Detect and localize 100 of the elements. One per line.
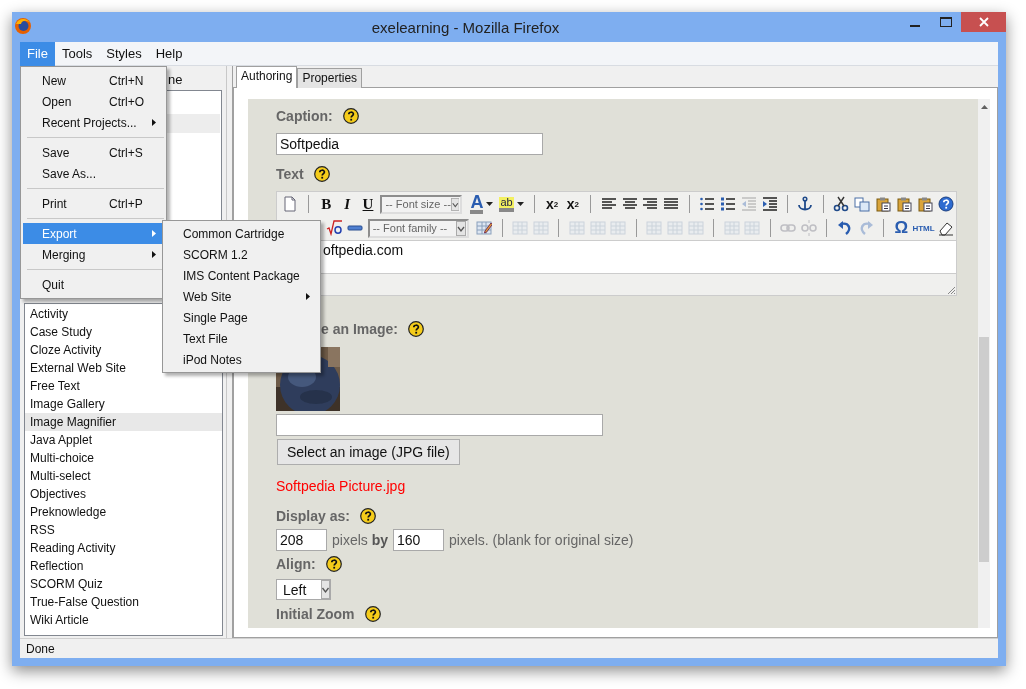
align-dropdown[interactable]: Left (276, 579, 331, 600)
menu-item[interactable]: iPod Notes (165, 349, 318, 370)
list-item[interactable]: Image Gallery (25, 395, 222, 413)
unit-text: pixels by (332, 532, 389, 548)
outdent-icon (740, 196, 757, 212)
select-image-button[interactable]: Select an image (JPG file) (277, 439, 460, 465)
align-center-icon (621, 196, 638, 212)
font-color-button[interactable]: A (467, 193, 497, 215)
close-icon (978, 17, 989, 27)
window-title: exelearning - Mozilla Firefox (370, 18, 561, 36)
list-item[interactable]: Multi-choice (25, 449, 222, 467)
resize-grip-icon[interactable] (946, 285, 956, 295)
format-button[interactable]: B (315, 193, 337, 215)
firefox-logo-icon (14, 17, 32, 35)
menu-item[interactable]: Text File (165, 328, 318, 349)
list-item[interactable]: Reading Activity (25, 539, 222, 557)
help-button[interactable] (935, 193, 957, 215)
list-item[interactable]: Preknowledge (25, 503, 222, 521)
format-button[interactable]: I (336, 193, 358, 215)
list-item[interactable]: Image Magnifier (25, 413, 222, 431)
table-icon (744, 220, 761, 236)
eraser-icon (937, 220, 954, 236)
list-item[interactable]: Java Applet (25, 431, 222, 449)
highlight-color-button[interactable]: ab (496, 193, 527, 215)
list-item[interactable]: RSS (25, 521, 222, 539)
tab[interactable]: Properties (297, 68, 363, 88)
menu-item[interactable]: Save Ctrl+S (23, 142, 164, 163)
menu-item[interactable]: Open Ctrl+O (23, 91, 164, 112)
field-label: Initial Zoom (276, 606, 355, 622)
submenu-arrow-icon (152, 251, 156, 258)
help-icon[interactable] (342, 108, 359, 124)
formula-icon (326, 220, 343, 236)
image-path-field[interactable] (276, 414, 603, 436)
help-icon[interactable] (359, 508, 376, 524)
submenu-arrow-icon (152, 119, 156, 126)
menu-item[interactable]: IMS Content Package (165, 265, 318, 286)
table-icon (589, 220, 606, 236)
maximize-icon (939, 17, 952, 27)
menu-item[interactable]: Merging (23, 244, 164, 265)
clipboard-icon (895, 196, 912, 212)
menu-item[interactable]: Styles (99, 42, 149, 66)
field-label: Display as: (276, 508, 350, 524)
list-item[interactable]: Wiki Article (25, 611, 222, 629)
table-icon (532, 220, 549, 236)
script-button[interactable]: x$^{2}$ (562, 193, 584, 215)
menu-item[interactable]: Recent Projects... (23, 112, 164, 133)
scroll-up-icon[interactable] (980, 105, 988, 109)
format-button[interactable]: HTML (911, 217, 936, 239)
format-button[interactable]: U (357, 193, 379, 215)
submenu-arrow-icon (152, 230, 156, 237)
menu-item[interactable]: Save As... (23, 163, 164, 184)
list-item[interactable]: Reflection (25, 557, 222, 575)
table-icon (723, 220, 740, 236)
dropdown[interactable]: -- Font size -- (380, 194, 463, 214)
scrollbar[interactable] (978, 99, 990, 628)
caption-field[interactable]: Softpedia (276, 133, 543, 155)
help-icon (937, 196, 954, 212)
editor-text[interactable]: oftpedia.com (323, 242, 404, 258)
table-icon (610, 220, 627, 236)
submenu-arrow-icon (306, 293, 310, 300)
menu-item[interactable]: New Ctrl+N (23, 70, 164, 91)
align-justify-icon (663, 196, 680, 212)
help-icon[interactable] (364, 606, 381, 622)
field-label: Text (276, 166, 304, 182)
menu-item[interactable]: Common Cartridge (165, 223, 318, 244)
scissors-icon (833, 196, 850, 212)
field-label: Caption: (276, 108, 333, 124)
menu-item[interactable]: Print Ctrl+P (23, 193, 164, 214)
menu-item[interactable]: Web Site (165, 286, 318, 307)
indent-icon (761, 196, 778, 212)
list-item[interactable]: SCORM Quiz (25, 575, 222, 593)
menu-item[interactable]: SCORM 1.2 (165, 244, 318, 265)
list-item[interactable]: Free Text (25, 377, 222, 395)
pane-header: ne (168, 72, 183, 87)
close-button[interactable] (961, 12, 1006, 32)
align-left-icon (600, 196, 617, 212)
new-document-icon (282, 196, 299, 212)
caret-icon (486, 202, 494, 206)
clipboard-icon (875, 196, 891, 212)
list-item[interactable]: Objectives (25, 485, 222, 503)
help-icon[interactable] (313, 166, 330, 182)
width-field[interactable]: 208 (276, 529, 327, 551)
table-icon (512, 220, 529, 236)
anchor-icon (797, 196, 814, 212)
help-icon[interactable] (408, 321, 425, 337)
tab[interactable]: Authoring (236, 66, 298, 88)
dropdown[interactable]: -- Font family -- (367, 218, 469, 238)
table-icon (568, 220, 585, 236)
menu-item[interactable]: Help (148, 42, 190, 66)
menu-item[interactable]: Tools (54, 42, 100, 66)
height-field[interactable]: 160 (393, 529, 445, 551)
menu-item[interactable]: Quit (23, 274, 164, 295)
file-name: Softpedia Picture.jpg (276, 478, 406, 494)
undo-icon (836, 220, 853, 236)
help-icon[interactable] (325, 556, 342, 572)
menu-item[interactable]: Single Page (165, 307, 318, 328)
list-item[interactable]: True-False Question (25, 593, 222, 611)
field-label: Align: (276, 556, 316, 572)
format-button[interactable]: Ω (890, 217, 912, 239)
list-item[interactable]: Multi-select (25, 467, 222, 485)
